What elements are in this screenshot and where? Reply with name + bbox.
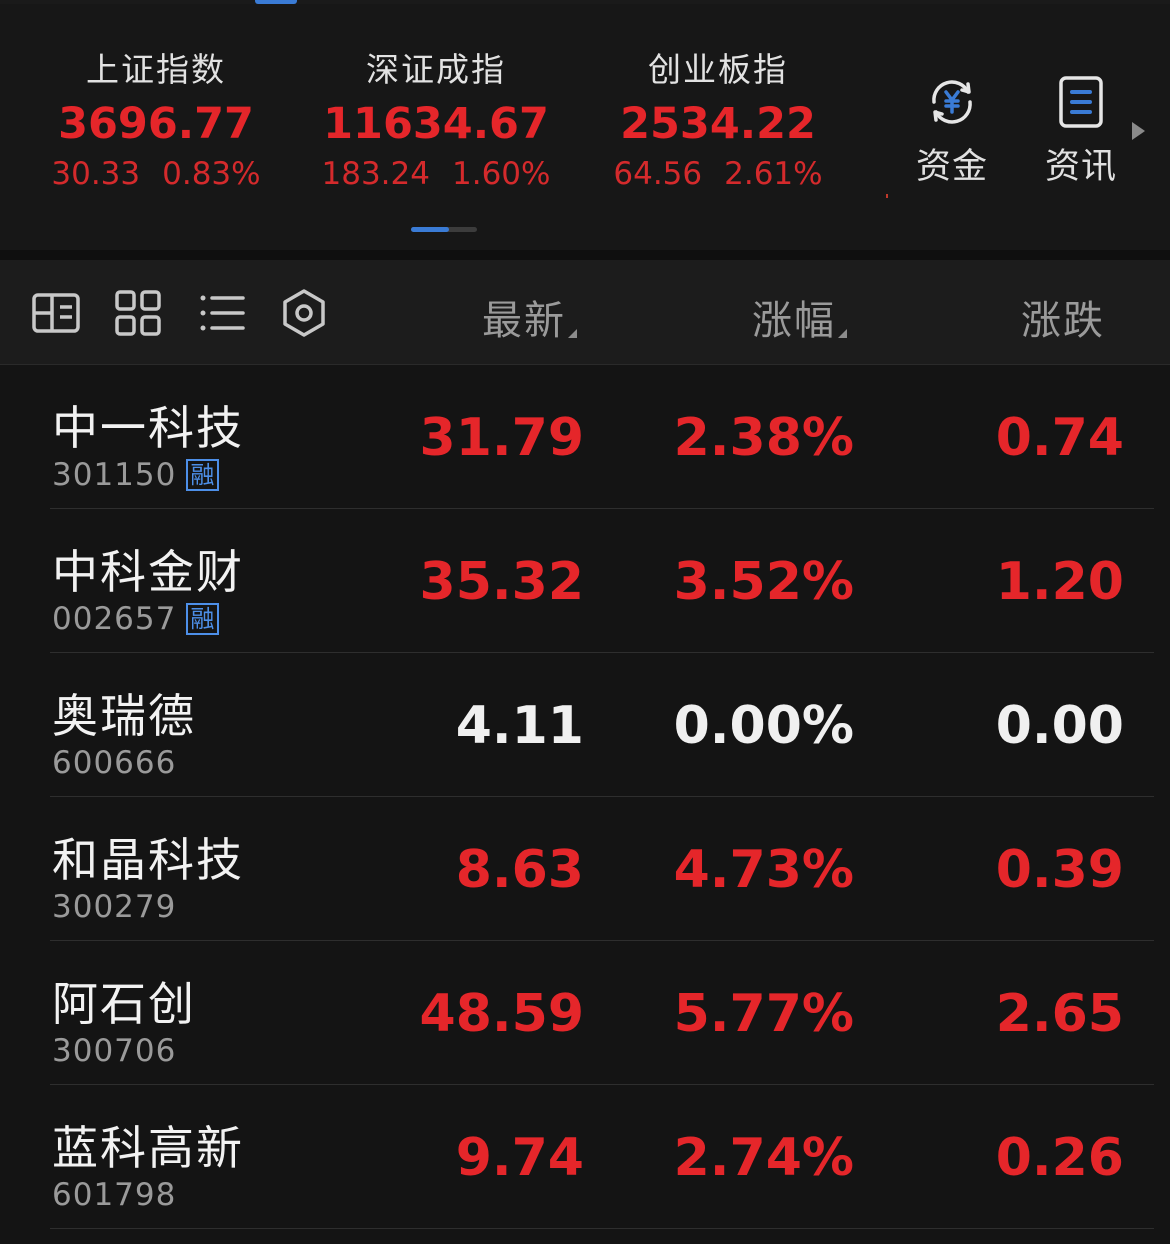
stock-percent: 3.52% xyxy=(673,552,854,612)
stock-percent: 5.77% xyxy=(673,984,854,1044)
stock-change: 0.74 xyxy=(995,408,1124,468)
split-view-icon[interactable] xyxy=(30,287,82,339)
stock-latest: 35.32 xyxy=(419,552,584,612)
stock-percent: 0.00% xyxy=(673,696,854,756)
news-button[interactable]: 资讯 xyxy=(1031,74,1131,189)
stock-name: 蓝科高新 xyxy=(52,1121,244,1175)
index-card-sz[interactable]: 深证成指 11634.67 183.24 1.60% xyxy=(296,50,576,194)
sort-icon xyxy=(568,329,577,338)
index-change: 30.33 0.83% xyxy=(16,154,296,194)
stock-latest: 31.79 xyxy=(419,408,584,468)
stock-change: 0.26 xyxy=(995,1128,1124,1188)
index-change: 183.24 1.60% xyxy=(296,154,576,194)
stock-code: 300279 xyxy=(52,889,177,925)
index-name: 深证成指 xyxy=(366,50,506,89)
column-header-percent[interactable]: 涨幅 xyxy=(752,288,847,346)
list-toolbar: 最新 涨幅 涨跌 xyxy=(0,260,1170,365)
index-change: 64.56 2.61% xyxy=(578,154,858,194)
grid-view-icon[interactable] xyxy=(112,287,164,339)
fund-button[interactable]: 资金 xyxy=(902,74,1002,189)
sort-icon xyxy=(838,329,847,338)
stock-name: 奥瑞德 xyxy=(52,689,196,743)
stock-latest: 9.74 xyxy=(455,1128,584,1188)
stock-row[interactable]: 中科金财 002657 融 35.32 3.52% 1.20 xyxy=(0,509,1170,653)
stock-code-line: 300279 xyxy=(52,889,176,925)
column-percent-label: 涨幅 xyxy=(752,298,836,344)
stock-change: 2.65 xyxy=(995,984,1124,1044)
stock-name: 中一科技 xyxy=(52,401,244,455)
news-doc-icon xyxy=(1059,76,1103,128)
news-label: 资讯 xyxy=(1044,147,1117,187)
chevron-right-icon[interactable] xyxy=(1132,122,1145,140)
index-change-percent: 1.60% xyxy=(452,156,551,192)
stock-row[interactable]: 和晶科技 300279 8.63 4.73% 0.39 xyxy=(0,797,1170,941)
stock-change: 0.00 xyxy=(995,696,1124,756)
stock-name: 和晶科技 xyxy=(52,833,244,887)
settings-hexagon-icon[interactable] xyxy=(278,287,330,339)
column-change-label: 涨跌 xyxy=(1021,298,1105,344)
stock-code: 601798 xyxy=(52,1177,177,1213)
stock-code: 301150 xyxy=(52,457,177,493)
stock-code-line: 002657 融 xyxy=(52,601,220,637)
index-value: 2534.22 xyxy=(620,99,816,149)
index-change-amount: 30.33 xyxy=(51,156,141,192)
stock-row[interactable]: 蓝科高新 601798 9.74 2.74% 0.26 xyxy=(0,1085,1170,1229)
stock-row[interactable]: 奥瑞德 600666 4.11 0.00% 0.00 xyxy=(0,653,1170,797)
stock-code-line: 301150 融 xyxy=(52,457,220,493)
index-change-percent: 2.61% xyxy=(724,156,823,192)
pager-active xyxy=(411,227,449,232)
stock-row[interactable]: 中一科技 301150 融 31.79 2.38% 0.74 xyxy=(0,365,1170,509)
stock-code: 002657 xyxy=(52,601,177,637)
fund-label: 资金 xyxy=(915,147,988,187)
index-name: 上证指数 xyxy=(86,50,226,89)
stock-list: 中一科技 301150 融 31.79 2.38% 0.74 中科金财 00265… xyxy=(0,365,1170,1229)
stock-latest: 8.63 xyxy=(455,840,584,900)
index-header: 上证指数 3696.77 30.33 0.83% 深证成指 11634.67 18… xyxy=(0,4,1170,250)
index-card-sh[interactable]: 上证指数 3696.77 30.33 0.83% xyxy=(16,50,296,194)
column-header-change[interactable]: 涨跌 xyxy=(1021,288,1105,346)
index-card-cyb[interactable]: 创业板指 2534.22 64.56 2.61% xyxy=(578,50,858,194)
stock-code-line: 300706 xyxy=(52,1033,176,1069)
stock-change: 0.39 xyxy=(995,840,1124,900)
stock-percent: 2.38% xyxy=(673,408,854,468)
partial-index-marker xyxy=(886,194,888,198)
stock-code: 300706 xyxy=(52,1033,177,1069)
index-change-amount: 183.24 xyxy=(321,156,430,192)
fund-yuan-icon xyxy=(932,80,972,124)
index-value: 3696.77 xyxy=(58,99,254,149)
index-change-amount: 64.56 xyxy=(613,156,703,192)
stock-name: 中科金财 xyxy=(52,545,244,599)
column-header-latest[interactable]: 最新 xyxy=(482,288,577,346)
index-name: 创业板指 xyxy=(648,50,788,89)
stock-percent: 4.73% xyxy=(673,840,854,900)
list-view-icon[interactable] xyxy=(196,287,248,339)
stock-code: 600666 xyxy=(52,745,177,781)
stock-row[interactable]: 阿石创 300706 48.59 5.77% 2.65 xyxy=(0,941,1170,1085)
margin-badge: 融 xyxy=(186,459,220,491)
stock-code-line: 600666 xyxy=(52,745,176,781)
stock-percent: 2.74% xyxy=(673,1128,854,1188)
index-change-percent: 0.83% xyxy=(162,156,261,192)
index-pager xyxy=(411,227,477,232)
stock-code-line: 601798 xyxy=(52,1177,176,1213)
column-latest-label: 最新 xyxy=(482,298,566,344)
section-divider xyxy=(0,250,1170,260)
margin-badge: 融 xyxy=(186,603,220,635)
index-value: 11634.67 xyxy=(323,99,549,149)
stock-latest: 4.11 xyxy=(455,696,584,756)
stock-change: 1.20 xyxy=(995,552,1124,612)
stock-name: 阿石创 xyxy=(52,977,196,1031)
stock-latest: 48.59 xyxy=(419,984,584,1044)
